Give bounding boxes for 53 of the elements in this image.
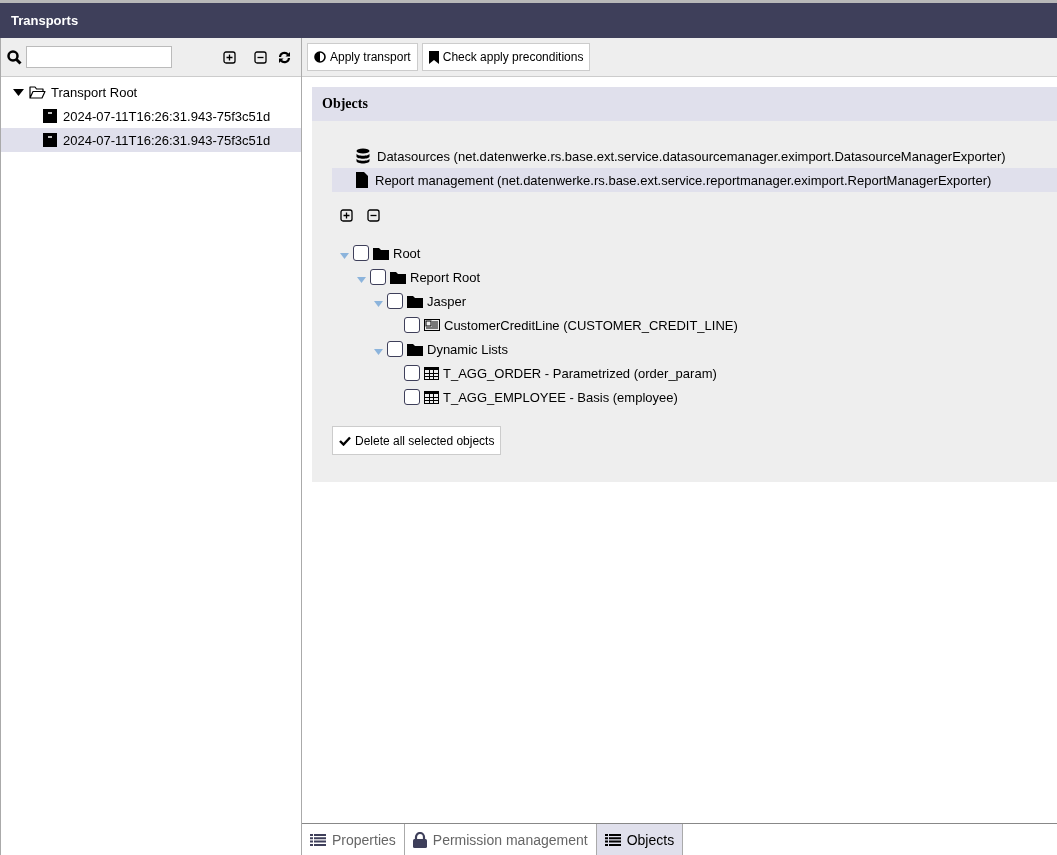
- list-icon: [604, 833, 621, 846]
- checkbox[interactable]: [404, 365, 420, 381]
- package-icon: [42, 132, 58, 148]
- table-icon: [424, 390, 439, 404]
- checkbox[interactable]: [404, 389, 420, 405]
- tree-node-label[interactable]: Report Root: [410, 269, 481, 285]
- bookmark-icon: [428, 50, 439, 64]
- report-icon: [424, 319, 440, 331]
- toolbar-button[interactable]: Apply transport: [307, 43, 418, 71]
- checkbox[interactable]: [353, 245, 369, 261]
- database-icon: [356, 148, 370, 164]
- folder-icon: [407, 342, 423, 356]
- expand-all-icon[interactable]: [223, 50, 236, 64]
- table-icon: [424, 366, 439, 380]
- tree-item[interactable]: 2024-07-11T16:26:31.943-75f3c51d: [1, 128, 301, 152]
- folder-icon: [373, 246, 389, 260]
- search-icon: [7, 49, 22, 65]
- checkbox[interactable]: [387, 341, 403, 357]
- delete-selected-button[interactable]: Delete all selected objects: [332, 426, 502, 455]
- tree-node-label[interactable]: CustomerCreditLine (CUSTOMER_CREDIT_LINE): [444, 317, 738, 333]
- file-icon: [356, 172, 368, 188]
- search-field[interactable]: [26, 46, 172, 68]
- tree-node-label[interactable]: Dynamic Lists: [427, 341, 508, 357]
- tree-node-label[interactable]: Jasper: [427, 293, 467, 309]
- package-icon: [42, 108, 58, 124]
- exporter-item[interactable]: Datasources (net.datenwerke.rs.base.ext.service.datasourcemanager.eximport.DatasourceManagerExporter): [332, 144, 1057, 168]
- exporter-item[interactable]: Report management (net.datenwerke.rs.base.ext.service.reportmanager.eximport.ReportManagerExporter): [332, 168, 1057, 192]
- panel-title: Objects: [322, 96, 368, 112]
- checkbox[interactable]: [370, 269, 386, 285]
- expand-arrow-icon[interactable]: [13, 87, 24, 97]
- collapse-all-icon[interactable]: [367, 209, 380, 222]
- toolbar-button[interactable]: Check apply preconditions: [421, 43, 591, 71]
- tree-item[interactable]: 2024-07-11T16:26:31.943-75f3c51d: [1, 104, 301, 128]
- tree-node-label[interactable]: Root: [393, 245, 421, 261]
- list-icon: [310, 833, 326, 846]
- lock-icon: [412, 831, 427, 848]
- tree-node-label[interactable]: T_AGG_EMPLOYEE - Basis (employee): [443, 389, 678, 405]
- checkbox[interactable]: [404, 317, 420, 333]
- tab[interactable]: Properties: [302, 824, 405, 855]
- tab[interactable]: Permission management: [404, 824, 597, 855]
- tab[interactable]: Objects: [596, 824, 684, 855]
- tree-node-label[interactable]: Transport Root: [51, 84, 138, 100]
- collapse-all-icon[interactable]: [254, 50, 267, 64]
- checkbox[interactable]: [387, 293, 403, 309]
- window-title: Transports: [11, 13, 79, 28]
- expand-all-icon[interactable]: [340, 209, 353, 222]
- tree-node-label[interactable]: T_AGG_ORDER - Parametrized (order_param): [443, 365, 717, 381]
- folder-icon: [407, 294, 423, 308]
- folder-icon: [390, 270, 406, 284]
- check-icon: [339, 435, 351, 446]
- refresh-icon[interactable]: [278, 50, 291, 64]
- half-circle-icon: [314, 51, 326, 63]
- folder-icon: [29, 85, 46, 99]
